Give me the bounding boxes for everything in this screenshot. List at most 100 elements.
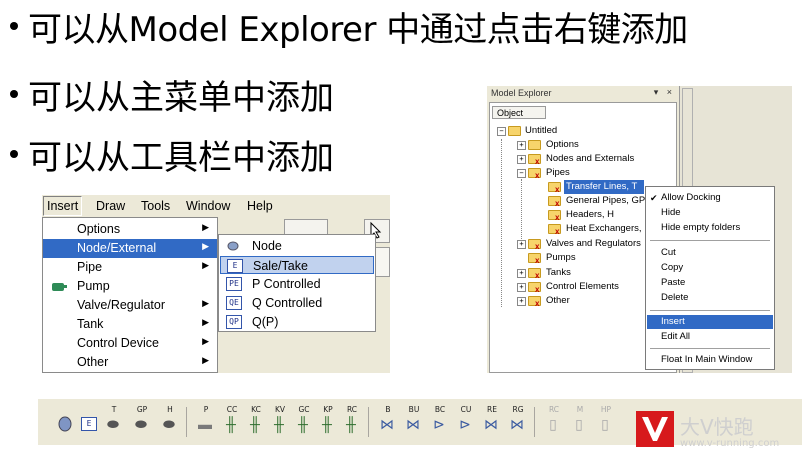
folder-error-icon: x bbox=[528, 239, 541, 251]
check-valve-icon: ⊳ bbox=[459, 416, 471, 432]
tree-node-transfer-lines[interactable]: Transfer Lines, T bbox=[564, 180, 644, 194]
menu-item-pump[interactable]: Pump bbox=[43, 277, 217, 296]
check-valve-icon: ⊳ bbox=[433, 416, 445, 432]
external-icon: E bbox=[81, 417, 97, 431]
checkmark-icon: ✔ bbox=[650, 193, 658, 203]
submenu-arrow-icon: ▶ bbox=[202, 355, 209, 365]
submenu-arrow-icon: ▶ bbox=[202, 260, 209, 270]
collapse-icon[interactable]: − bbox=[517, 169, 526, 178]
control-element-icon: ╫ bbox=[226, 416, 236, 432]
submenu-item-node[interactable]: Node bbox=[220, 237, 374, 255]
submenu-item-q-p[interactable]: QP Q(P) bbox=[220, 313, 374, 331]
tab-object[interactable]: Object bbox=[492, 106, 546, 119]
folder-error-icon: x bbox=[528, 253, 541, 265]
bullet-main-menu: 可以从主菜单中添加 bbox=[6, 70, 334, 119]
control-element-icon: ╫ bbox=[322, 416, 332, 432]
bullet-dot bbox=[10, 149, 18, 158]
tb-kp[interactable]: KP ╫ bbox=[316, 405, 336, 439]
tank-icon: ▯ bbox=[575, 416, 583, 432]
valve-icon: ⋈ bbox=[406, 416, 420, 432]
insert-menu-screenshot: Insert Draw Tools Window Help Options ▶ N… bbox=[42, 195, 390, 373]
expand-icon[interactable]: + bbox=[517, 283, 526, 292]
menu-draw[interactable]: Draw bbox=[96, 199, 125, 213]
tb-cc[interactable]: CC ╫ bbox=[220, 405, 240, 439]
pipe-icon: ⬬ bbox=[135, 416, 147, 432]
regulator-icon: ⋈ bbox=[484, 416, 498, 432]
pin-close-icon[interactable]: ▾ × bbox=[654, 87, 675, 98]
menu-item-pipe[interactable]: Pipe ▶ bbox=[43, 258, 217, 277]
submenu-item-q-controlled[interactable]: QE Q Controlled bbox=[220, 294, 374, 312]
menu-window[interactable]: Window bbox=[186, 199, 230, 213]
tb-node[interactable] bbox=[54, 405, 74, 439]
ctx-allow-docking[interactable]: ✔ Allow Docking bbox=[647, 191, 773, 205]
submenu-arrow-icon: ▶ bbox=[202, 222, 209, 232]
pump-icon: ▬ bbox=[198, 416, 212, 432]
control-element-icon: ╫ bbox=[298, 416, 308, 432]
tank-icon: ▯ bbox=[601, 416, 609, 432]
tb-rc-control[interactable]: RC ╫ bbox=[340, 405, 360, 439]
ctx-paste[interactable]: Paste bbox=[647, 276, 773, 290]
menu-separator bbox=[650, 348, 770, 349]
submenu-item-sale-take[interactable]: E Sale/Take bbox=[220, 256, 374, 274]
tb-pump[interactable]: P ▬ bbox=[194, 405, 214, 439]
tb-m[interactable]: M ▯ bbox=[568, 405, 588, 439]
menu-tools[interactable]: Tools bbox=[141, 199, 170, 213]
expand-icon[interactable]: + bbox=[517, 240, 526, 249]
tb-kc[interactable]: KC ╫ bbox=[244, 405, 264, 439]
bullet-toolbar: 可以从工具栏中添加 bbox=[6, 130, 334, 179]
menu-item-options[interactable]: Options ▶ bbox=[43, 220, 217, 239]
menu-item-control-device[interactable]: Control Device ▶ bbox=[43, 334, 217, 353]
menu-item-other[interactable]: Other ▶ bbox=[43, 353, 217, 372]
folder-error-icon: x bbox=[528, 268, 541, 280]
ctx-delete[interactable]: Delete bbox=[647, 291, 773, 305]
menu-item-tank[interactable]: Tank ▶ bbox=[43, 315, 217, 334]
menu-separator bbox=[650, 240, 770, 241]
ctx-hide-empty-folders[interactable]: Hide empty folders bbox=[647, 221, 773, 235]
v-logo-icon bbox=[636, 411, 674, 447]
ctx-edit-all[interactable]: Edit All bbox=[647, 330, 773, 344]
tb-header[interactable]: H ⬬ bbox=[158, 405, 178, 439]
tb-b[interactable]: B ⋈ bbox=[376, 405, 396, 439]
tb-cu[interactable]: CU ⊳ bbox=[454, 405, 474, 439]
explorer-title-bar: Model Explorer ▾ × bbox=[491, 87, 675, 98]
toolbar-separator bbox=[368, 407, 370, 437]
tb-hp[interactable]: HP ▯ bbox=[594, 405, 614, 439]
tb-gc[interactable]: GC ╫ bbox=[292, 405, 312, 439]
ctx-insert[interactable]: Insert bbox=[647, 315, 773, 329]
folder-open-icon bbox=[508, 126, 521, 136]
q-controlled-icon: QE bbox=[226, 296, 242, 310]
tb-rg[interactable]: RG ⋈ bbox=[506, 405, 526, 439]
expand-icon[interactable]: + bbox=[517, 297, 526, 306]
bullet-dot bbox=[10, 89, 18, 98]
bullet-model-explorer: 可以从Model Explorer 中通过点击右键添加 bbox=[6, 2, 688, 51]
q-p-icon: QP bbox=[226, 315, 242, 329]
menu-help[interactable]: Help bbox=[247, 199, 273, 213]
tb-transfer-line[interactable]: T ⬬ bbox=[102, 405, 122, 439]
menu-item-node-external[interactable]: Node/External ▶ bbox=[43, 239, 217, 258]
expand-icon[interactable]: + bbox=[517, 155, 526, 164]
tb-general-pipe[interactable]: GP ⬬ bbox=[130, 405, 150, 439]
menu-item-valve-regulator[interactable]: Valve/Regulator ▶ bbox=[43, 296, 217, 315]
ctx-hide[interactable]: Hide bbox=[647, 206, 773, 220]
valve-icon: ⋈ bbox=[380, 416, 394, 432]
tree-line bbox=[521, 179, 522, 241]
tb-external[interactable]: E bbox=[78, 405, 98, 439]
ctx-float-in-main-window[interactable]: Float In Main Window bbox=[647, 353, 773, 367]
tb-rc-tank[interactable]: RC ▯ bbox=[542, 405, 562, 439]
expand-icon[interactable]: + bbox=[517, 269, 526, 278]
menu-insert[interactable]: Insert bbox=[43, 196, 83, 216]
insert-dropdown: Options ▶ Node/External ▶ Pipe ▶ Pump Valve… bbox=[42, 217, 218, 373]
collapse-icon[interactable]: − bbox=[497, 127, 506, 136]
control-element-icon: ╫ bbox=[250, 416, 260, 432]
tb-kv[interactable]: KV ╫ bbox=[268, 405, 288, 439]
tb-bc[interactable]: BC ⊳ bbox=[428, 405, 448, 439]
tb-bu[interactable]: BU ⋈ bbox=[402, 405, 422, 439]
ctx-cut[interactable]: Cut bbox=[647, 246, 773, 260]
tb-re[interactable]: RE ⋈ bbox=[480, 405, 500, 439]
expand-icon[interactable]: + bbox=[517, 141, 526, 150]
submenu-item-p-controlled[interactable]: PE P Controlled bbox=[220, 275, 374, 293]
folder-error-icon: x bbox=[548, 196, 561, 208]
node-icon bbox=[58, 416, 72, 432]
toolbar-separator bbox=[186, 407, 188, 437]
ctx-copy[interactable]: Copy bbox=[647, 261, 773, 275]
